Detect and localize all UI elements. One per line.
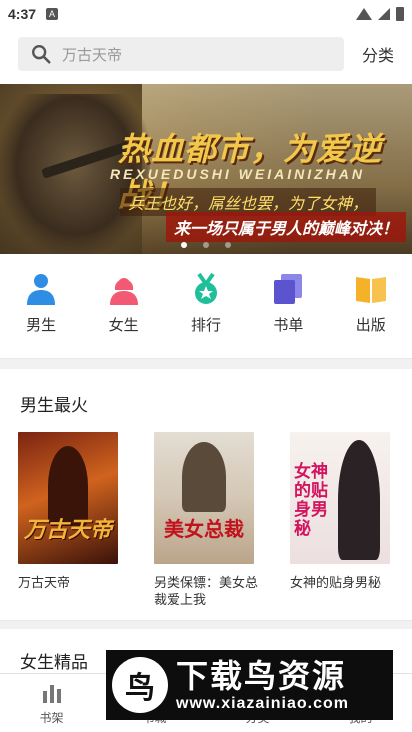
category-grid: 男生 女生 排行 书单 出版	[0, 254, 412, 348]
book-title: 万古天帝	[18, 575, 71, 590]
wifi-icon	[356, 8, 372, 20]
watermark-text: 下载鸟资源 www.xiazainiao.com	[176, 657, 349, 713]
book-card[interactable]: 万古天帝 万古天帝	[18, 432, 122, 608]
category-label: 女生	[108, 317, 139, 334]
watermark-overlay: 鸟 下载鸟资源 www.xiazainiao.com	[106, 650, 393, 720]
section-title-female: 女生精品	[20, 653, 88, 672]
cover-title: 美女总裁	[164, 519, 244, 541]
promo-banner[interactable]: 热血都市，为爱逆战！ REXUEDUSHI WEIAINIZHAN 兵王也好，屌…	[0, 84, 412, 254]
book-list: 万古天帝 万古天帝 美女总裁 另类保镖：美女总裁爱上我 女神的贴身男秘 女神的贴…	[0, 432, 412, 608]
section-divider	[0, 358, 412, 369]
category-label: 男生	[26, 317, 57, 334]
category-female[interactable]: 女生	[94, 272, 154, 338]
notification-icon: A	[46, 8, 59, 20]
cover-title: 万古天帝	[24, 517, 113, 542]
male-icon	[27, 274, 56, 305]
book-cover: 女神的贴身男秘	[290, 432, 390, 564]
book-title: 女神的贴身男秘	[290, 575, 382, 590]
female-icon	[109, 278, 138, 305]
category-publish[interactable]: 出版	[341, 272, 401, 338]
section-title-male: 男生最火	[20, 396, 88, 415]
book-list-icon	[274, 274, 303, 304]
category-label: 出版	[355, 317, 386, 334]
search-input[interactable]: 万古天帝	[18, 37, 344, 71]
medal-icon	[194, 272, 217, 304]
category-male[interactable]: 男生	[11, 272, 71, 338]
category-booklist[interactable]: 书单	[258, 272, 318, 338]
bookshelf-icon	[42, 684, 61, 703]
banner-dot[interactable]	[181, 242, 187, 248]
book-cover: 美女总裁	[154, 432, 254, 564]
search-icon	[32, 45, 51, 64]
tab-label: 书架	[39, 710, 64, 725]
search-row: 万古天帝 分类	[0, 28, 412, 80]
book-title: 另类保镖：美女总裁爱上我	[154, 575, 259, 607]
section-divider	[0, 620, 412, 629]
cover-figure	[182, 442, 226, 512]
cover-figure	[338, 440, 380, 560]
category-label: 书单	[273, 317, 304, 334]
banner-pinyin: REXUEDUSHI WEIAINIZHAN	[110, 166, 366, 182]
signal-icon	[378, 8, 390, 20]
cover-title: 女神的贴身男秘	[294, 462, 328, 538]
watermark-logo: 鸟	[112, 657, 168, 713]
status-bar: 4:37 A	[0, 0, 412, 28]
status-time: 4:37	[8, 6, 37, 22]
category-ranking[interactable]: 排行	[176, 272, 236, 338]
banner-tagline-2: 来一场只属于男人的巅峰对决！	[165, 212, 406, 242]
book-card[interactable]: 女神的贴身男秘 女神的贴身男秘	[290, 432, 394, 608]
tab-bookshelf[interactable]: 书架	[0, 674, 103, 732]
category-button[interactable]: 分类	[362, 42, 394, 66]
banner-pagination	[0, 242, 412, 248]
open-book-icon	[355, 277, 386, 303]
battery-icon	[396, 7, 404, 21]
book-cover: 万古天帝	[18, 432, 118, 564]
watermark-url: www.xiazainiao.com	[176, 695, 350, 712]
watermark-main: 下载鸟资源	[176, 658, 347, 694]
category-label: 排行	[190, 317, 221, 334]
search-placeholder: 万古天帝	[62, 46, 123, 64]
banner-dot[interactable]	[203, 242, 209, 248]
banner-dot[interactable]	[225, 242, 231, 248]
book-card[interactable]: 美女总裁 另类保镖：美女总裁爱上我	[154, 432, 258, 608]
